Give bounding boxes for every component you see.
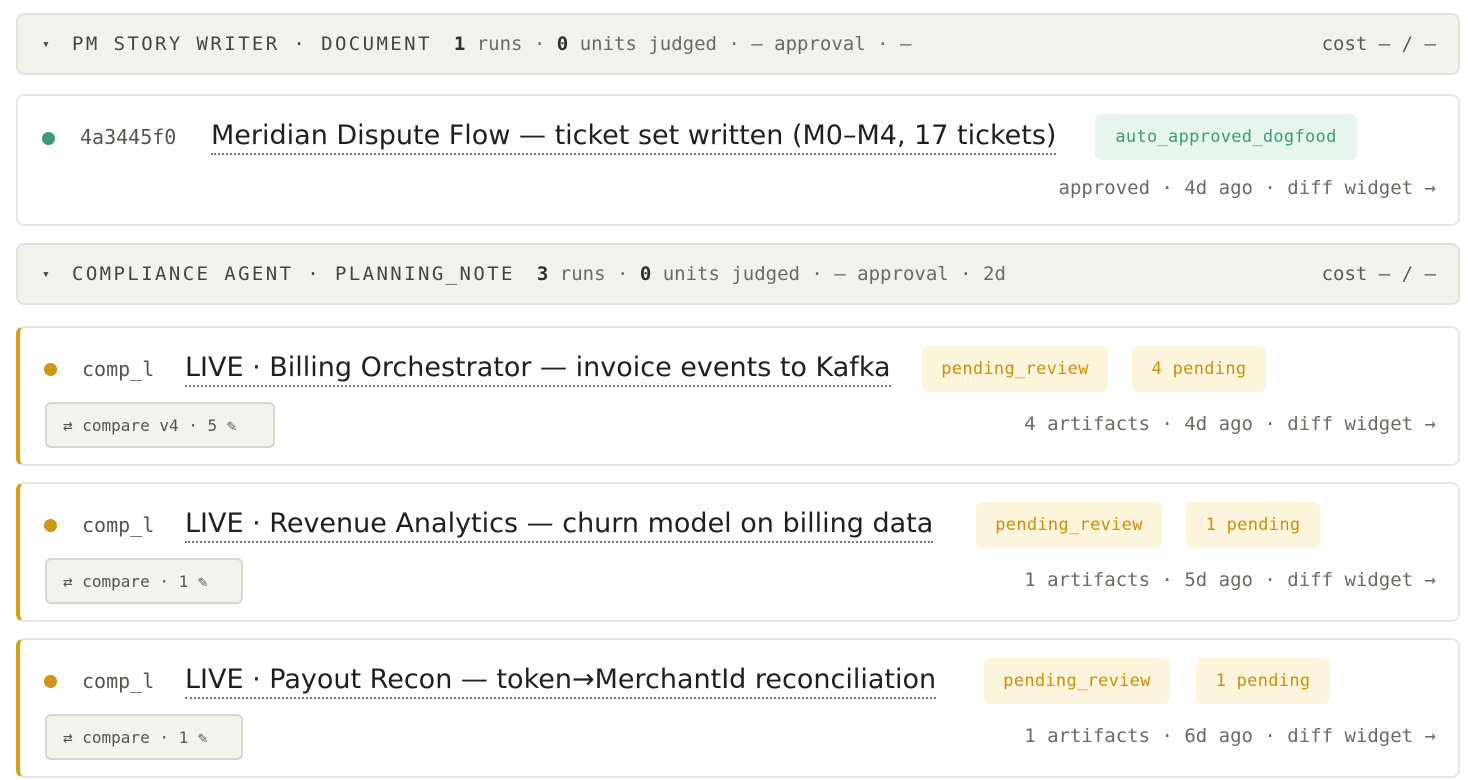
group-stats: 1 runs · 0 units judged · — approval · — xyxy=(454,33,912,55)
units-count: 0 xyxy=(556,33,569,55)
group-header-pm-story-writer[interactable]: ▾ PM STORY WRITER · DOCUMENT 1 runs · 0 … xyxy=(16,13,1460,75)
group-name: PM STORY WRITER · DOCUMENT xyxy=(72,33,432,55)
chevron-down-icon[interactable]: ▾ xyxy=(42,267,54,282)
status-dot xyxy=(44,363,57,376)
group-name: COMPLIANCE AGENT · PLANNING_NOTE xyxy=(72,263,515,285)
run-meta[interactable]: 4 artifacts · 4d ago · diff widget → xyxy=(1024,413,1436,435)
run-card[interactable]: comp_l LIVE · Revenue Analytics — churn … xyxy=(16,482,1460,622)
run-meta[interactable]: approved · 4d ago · diff widget → xyxy=(1059,177,1437,199)
compare-button[interactable]: ⇄ compare · 1 ✎ xyxy=(45,714,243,760)
status-badge: pending_review xyxy=(984,658,1170,704)
run-card[interactable]: 4a3445f0 Meridian Dispute Flow — ticket … xyxy=(16,94,1460,226)
run-id: comp_l xyxy=(82,357,155,381)
run-card[interactable]: comp_l LIVE · Payout Recon — token→Merch… xyxy=(16,638,1460,778)
status-dot xyxy=(44,519,57,532)
runs-count: 1 xyxy=(453,33,466,55)
status-dot xyxy=(42,132,55,145)
pending-count-badge: 1 pending xyxy=(1186,502,1320,548)
group-header-compliance-agent[interactable]: ▾ COMPLIANCE AGENT · PLANNING_NOTE 3 run… xyxy=(16,243,1460,305)
compare-button[interactable]: ⇄ compare v4 · 5 ✎ xyxy=(45,402,275,448)
pending-count-badge: 4 pending xyxy=(1132,346,1266,392)
run-title-link[interactable]: LIVE · Billing Orchestrator — invoice ev… xyxy=(185,352,891,387)
run-meta[interactable]: 1 artifacts · 6d ago · diff widget → xyxy=(1024,725,1436,747)
units-label: units judged · — approval · — xyxy=(568,33,912,55)
status-badge: pending_review xyxy=(922,346,1108,392)
run-title-link[interactable]: LIVE · Payout Recon — token→MerchantId r… xyxy=(185,664,937,699)
runs-label: runs · xyxy=(465,33,557,55)
chevron-down-icon[interactable]: ▾ xyxy=(42,37,54,52)
units-count: 0 xyxy=(639,263,652,285)
units-label: units judged · — approval · 2d xyxy=(651,263,1006,285)
status-badge: auto_approved_dogfood xyxy=(1095,114,1357,160)
run-meta[interactable]: 1 artifacts · 5d ago · diff widget → xyxy=(1024,569,1436,591)
run-id: 4a3445f0 xyxy=(80,125,177,149)
runs-label: runs · xyxy=(548,263,640,285)
compare-button[interactable]: ⇄ compare · 1 ✎ xyxy=(45,558,243,604)
pending-count-badge: 1 pending xyxy=(1196,658,1330,704)
run-title-link[interactable]: LIVE · Revenue Analytics — churn model o… xyxy=(185,508,934,543)
group-stats: 3 runs · 0 units judged · — approval · 2… xyxy=(537,263,1006,285)
run-id: comp_l xyxy=(82,513,155,537)
run-card[interactable]: comp_l LIVE · Billing Orchestrator — inv… xyxy=(16,326,1460,466)
runs-count: 3 xyxy=(536,263,549,285)
run-id: comp_l xyxy=(82,669,155,693)
status-badge: pending_review xyxy=(976,502,1162,548)
group-cost: cost — / — xyxy=(1321,33,1436,55)
group-cost: cost — / — xyxy=(1321,263,1436,285)
run-title-link[interactable]: Meridian Dispute Flow — ticket set writt… xyxy=(211,120,1057,155)
status-dot xyxy=(44,675,57,688)
